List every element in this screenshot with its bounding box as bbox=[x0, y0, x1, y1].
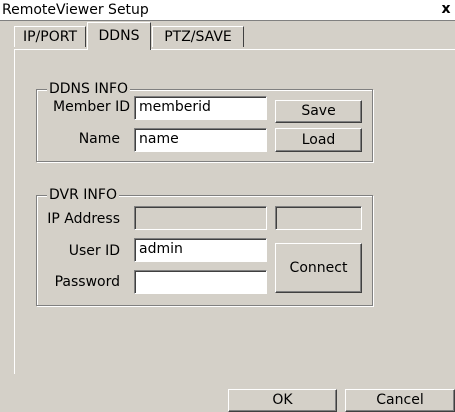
connect-button[interactable]: Connect bbox=[275, 243, 362, 293]
save-button[interactable]: Save bbox=[275, 100, 362, 123]
ip-port-field[interactable] bbox=[275, 206, 362, 230]
ok-button[interactable]: OK bbox=[228, 389, 337, 412]
cancel-button[interactable]: Cancel bbox=[345, 389, 455, 412]
setup-window: RemoteViewer Setup x IP/PORT DDNS PTZ/SA… bbox=[0, 0, 455, 412]
ip-address-label: IP Address bbox=[47, 211, 120, 227]
member-id-label: Member ID bbox=[53, 99, 130, 115]
name-label: Name bbox=[78, 131, 120, 147]
dvr-info-legend: DVR INFO bbox=[47, 187, 119, 203]
name-field[interactable]: name bbox=[134, 128, 267, 152]
close-icon[interactable]: x bbox=[440, 1, 452, 17]
ip-address-field[interactable] bbox=[134, 206, 267, 230]
window-title: RemoteViewer Setup bbox=[2, 2, 149, 18]
user-id-field[interactable]: admin bbox=[134, 238, 267, 262]
password-field[interactable] bbox=[134, 270, 267, 294]
tab-ddns[interactable]: DDNS bbox=[87, 22, 151, 50]
user-id-label: User ID bbox=[68, 243, 120, 259]
password-label: Password bbox=[54, 274, 120, 290]
member-id-field[interactable]: memberid bbox=[134, 96, 267, 120]
load-button[interactable]: Load bbox=[275, 128, 362, 152]
title-bar: RemoteViewer Setup x bbox=[0, 0, 455, 21]
tab-ptz-save[interactable]: PTZ/SAVE bbox=[152, 26, 244, 47]
ddns-info-legend: DDNS INFO bbox=[47, 81, 131, 97]
tab-ip-port[interactable]: IP/PORT bbox=[14, 26, 86, 47]
